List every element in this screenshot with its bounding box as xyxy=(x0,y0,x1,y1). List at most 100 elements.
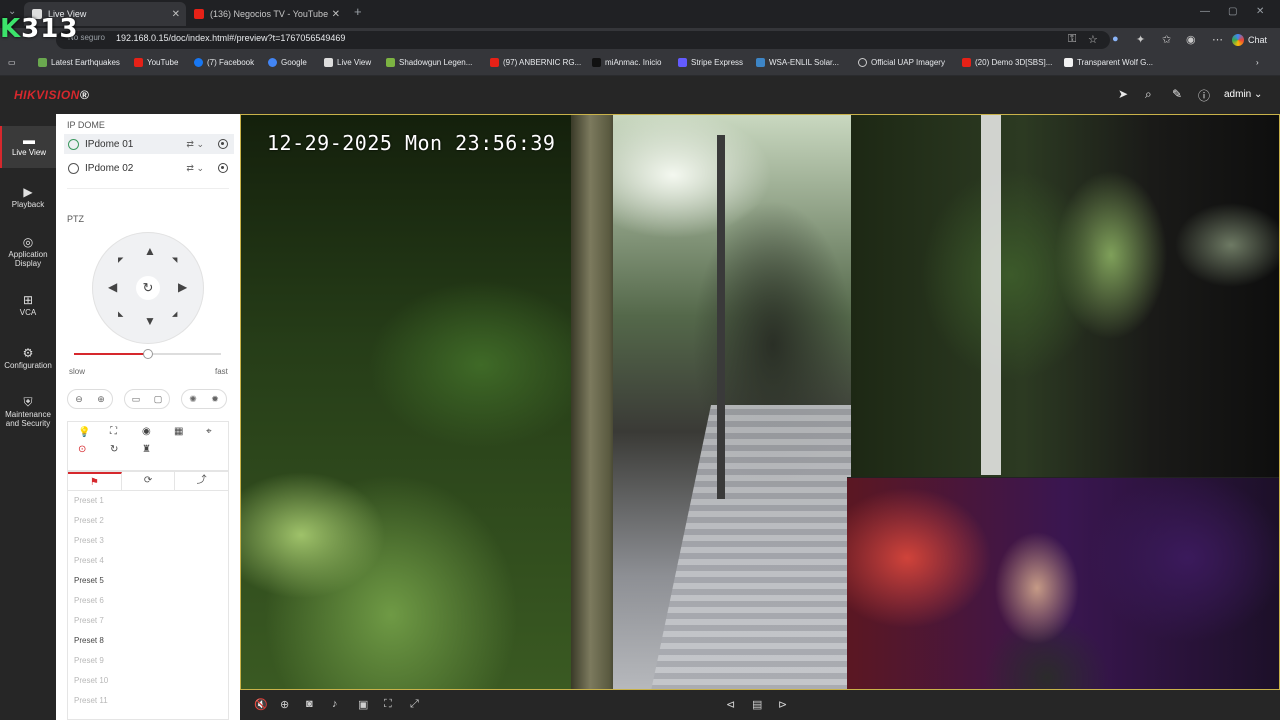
search-icon[interactable]: ⌕ xyxy=(1145,87,1152,102)
digital-zoom-icon[interactable]: ⊕ xyxy=(280,698,289,711)
minimize-icon[interactable]: — xyxy=(1200,6,1210,17)
preset-item[interactable]: Preset 6 xyxy=(68,591,228,611)
menu-dots-icon[interactable]: ⋯ xyxy=(1212,33,1223,46)
pan-right-icon[interactable]: ▶ xyxy=(178,280,187,294)
nav-vca[interactable]: ⊞ VCA xyxy=(0,294,56,317)
bookmark-item[interactable]: Stripe Express xyxy=(678,58,743,67)
iris-close-icon[interactable]: ✺ xyxy=(189,394,197,405)
pattern-tab[interactable]: ⤴ xyxy=(175,472,228,490)
nav-label: Playback xyxy=(11,200,45,209)
profile-avatar-icon[interactable]: ◉ xyxy=(1186,33,1196,46)
maximize-icon[interactable]: ▢ xyxy=(1228,6,1237,17)
patrol-tab[interactable]: ⟳ xyxy=(122,472,176,490)
microphone-icon[interactable]: ♪ xyxy=(332,698,338,710)
auto-scan-icon[interactable]: ↻ xyxy=(136,276,160,300)
key-icon[interactable]: ⚿ xyxy=(1068,33,1076,46)
audio-mute-icon[interactable]: 🔇 xyxy=(254,698,268,711)
close-tab-icon[interactable]: ✕ xyxy=(172,9,180,20)
record-icon[interactable] xyxy=(218,163,228,173)
bookmarks-more-icon[interactable]: › xyxy=(1256,58,1259,67)
close-tab-icon[interactable]: ✕ xyxy=(332,9,340,20)
pan-up-right-icon[interactable]: ◥ xyxy=(172,256,177,264)
capture-icon[interactable]: ◙ xyxy=(306,698,313,710)
bookmark-item[interactable]: (20) Demo 3D[SBS]... xyxy=(962,58,1052,67)
bookmark-item[interactable]: YouTube xyxy=(134,58,178,67)
url-text[interactable]: 192.168.0.15/doc/index.html#/preview?t=1… xyxy=(116,33,345,43)
bookmark-item[interactable]: miAnmac. Inicio xyxy=(592,58,661,67)
zoom-in-icon[interactable]: ⊕ xyxy=(97,394,105,405)
close-window-icon[interactable]: ✕ xyxy=(1256,6,1264,17)
preset-item[interactable]: Preset 5 xyxy=(68,571,228,591)
ptz-speed-slider[interactable] xyxy=(74,349,221,359)
bookmark-item[interactable]: (7) Facebook xyxy=(194,58,254,67)
bookmark-item[interactable]: (97) ANBERNIC RG... xyxy=(490,58,581,67)
new-tab-icon[interactable]: + xyxy=(354,4,362,19)
preset-item[interactable]: Preset 3 xyxy=(68,531,228,551)
zoom-out-icon[interactable]: ⊖ xyxy=(75,394,83,405)
user-menu[interactable]: admin ⌄ xyxy=(1224,89,1262,100)
iris-open-icon[interactable]: ✹ xyxy=(211,394,219,405)
wiper-icon[interactable]: ♜ xyxy=(142,444,151,455)
bookmark-item[interactable]: WSA-ENLIL Solar... xyxy=(756,58,839,67)
next-page-icon[interactable]: ⊳ xyxy=(778,698,787,711)
3d-zoom-icon[interactable]: ⛶ xyxy=(110,426,117,437)
camera-item-ipdome-02[interactable]: IPdome 02 ⇄ ⌄ xyxy=(64,158,234,178)
preset-item[interactable]: Preset 1 xyxy=(68,491,228,511)
preset-item[interactable]: Preset 4 xyxy=(68,551,228,571)
pan-down-right-icon[interactable]: ◢ xyxy=(172,310,177,318)
bookmark-item[interactable]: Latest Earthquakes xyxy=(38,58,120,67)
camera-item-ipdome-01[interactable]: IPdome 01 ⇄ ⌄ xyxy=(64,134,234,154)
bookmark-star-icon[interactable]: ☆ xyxy=(1088,33,1098,46)
nav-maintenance[interactable]: ⛨ Maintenance and Security xyxy=(0,396,56,428)
bookmark-item[interactable]: Official UAP Imagery xyxy=(858,58,945,67)
bookmark-item[interactable]: Live View xyxy=(324,58,371,67)
previous-page-icon[interactable]: ⊲ xyxy=(726,698,735,711)
info-icon[interactable]: ⓘ xyxy=(1198,87,1210,104)
stream-switch-icon[interactable]: ⇄ ⌄ xyxy=(186,163,204,174)
send-icon[interactable]: ➤ xyxy=(1118,87,1128,101)
preset-item[interactable]: Preset 11 xyxy=(68,691,228,711)
focus-far-icon[interactable]: ▢ xyxy=(154,394,163,405)
speed-knob[interactable] xyxy=(142,349,153,359)
pan-up-icon[interactable]: ▲ xyxy=(144,244,156,258)
rapid-focus-icon[interactable]: ⌖ xyxy=(206,426,212,437)
focus-near-icon[interactable]: ▭ xyxy=(132,394,141,405)
nav-configuration[interactable]: ⚙ Configuration xyxy=(0,347,56,370)
3d-positioning-icon[interactable]: ⛶ xyxy=(384,698,392,711)
live-video[interactable]: 12-29-2025 Mon 23:56:39 xyxy=(240,114,1280,690)
preset-item[interactable]: Preset 8 xyxy=(68,631,228,651)
nav-playback[interactable]: ▶ Playback xyxy=(0,186,56,209)
extension-icon[interactable]: ● xyxy=(1112,33,1119,45)
nav-live-view[interactable]: ▬ Live View xyxy=(0,126,56,168)
bookmark-item[interactable]: Shadowgun Legen... xyxy=(386,58,472,67)
favorites-icon[interactable]: ✩ xyxy=(1162,33,1171,46)
puzzle-icon[interactable]: ✦ xyxy=(1136,33,1145,46)
chat-button[interactable]: Chat xyxy=(1232,31,1267,49)
pan-down-left-icon[interactable]: ◣ xyxy=(118,310,123,318)
preset-tab[interactable]: ⚑ xyxy=(68,472,122,490)
nav-application-display[interactable]: ◎ Application Display xyxy=(0,236,56,268)
fullscreen-icon[interactable]: ⤢ xyxy=(410,698,419,711)
light-icon[interactable]: 💡 xyxy=(78,427,90,438)
stream-switch-icon[interactable]: ⇄ ⌄ xyxy=(186,139,204,150)
preset-item[interactable]: Preset 9 xyxy=(68,651,228,671)
preset-item[interactable]: Preset 10 xyxy=(68,671,228,691)
sidebar-toggle-icon[interactable]: ▭ xyxy=(8,58,16,67)
bookmark-item[interactable]: Google xyxy=(268,58,307,67)
tab-youtube[interactable]: (136) Negocios TV - YouTube ✕ xyxy=(186,2,346,26)
window-layout-icon[interactable]: ▤ xyxy=(752,698,762,711)
park-action-icon[interactable]: ↻ xyxy=(110,444,118,455)
pan-left-icon[interactable]: ◀ xyxy=(108,280,117,294)
manual-tracking-icon[interactable]: ◉ xyxy=(142,426,151,437)
preset-item[interactable]: Preset 7 xyxy=(68,611,228,631)
pan-down-icon[interactable]: ▼ xyxy=(144,314,156,328)
bookmark-item[interactable]: Transparent Wolf G... xyxy=(1064,58,1153,67)
ptz-joystick[interactable]: ▲ ▼ ◀ ▶ ◤ ◥ ◣ ◢ ↻ xyxy=(92,232,204,344)
wizard-icon[interactable]: ✎ xyxy=(1172,87,1182,101)
pan-up-left-icon[interactable]: ◤ xyxy=(118,256,123,264)
record-icon[interactable] xyxy=(218,139,228,149)
zoom-tracking-icon[interactable]: ⊙ xyxy=(78,444,86,455)
preset-item[interactable]: Preset 2 xyxy=(68,511,228,531)
record-video-icon[interactable]: ▣ xyxy=(358,698,368,711)
grid-icon[interactable]: ▦ xyxy=(174,426,183,437)
